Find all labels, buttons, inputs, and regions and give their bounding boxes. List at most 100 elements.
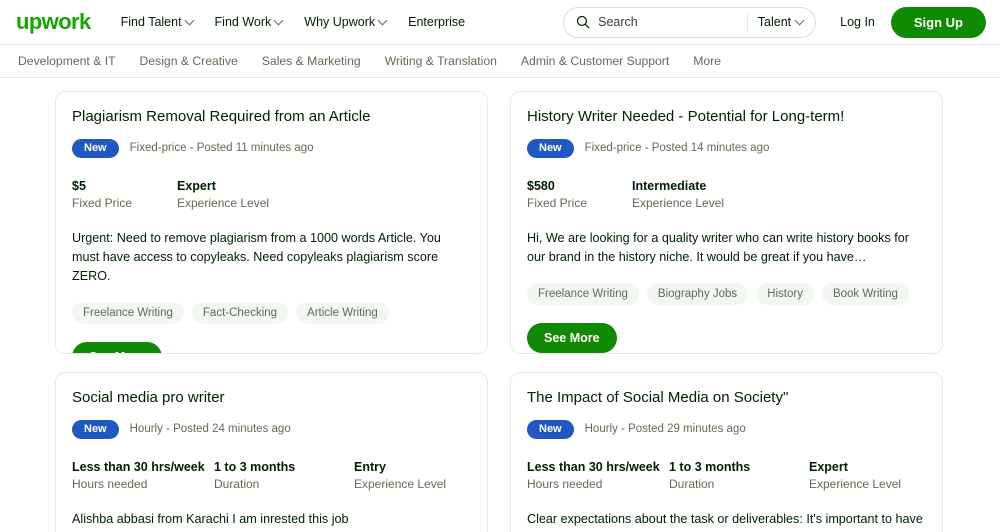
job-listings: Plagiarism Removal Required from an Arti… <box>0 78 1000 532</box>
search-bar[interactable]: Talent <box>563 6 817 38</box>
job-stat-experience: Expert Experience Level <box>177 178 269 211</box>
job-tags: Freelance Writing Biography Jobs History… <box>527 283 926 306</box>
stat-value: $5 <box>72 178 86 193</box>
job-stat-budget: $5 Fixed Price <box>72 178 177 211</box>
job-title[interactable]: Plagiarism Removal Required from an Arti… <box>72 108 471 127</box>
job-stats: Less than 30 hrs/week Hours needed 1 to … <box>72 459 471 492</box>
job-stat-budget: $580 Fixed Price <box>527 178 632 211</box>
job-posted-meta: Hourly - Posted 29 minutes ago <box>584 423 746 436</box>
job-stat-duration: 1 to 3 months Duration <box>669 459 809 492</box>
job-posted-meta: Fixed-price - Posted 11 minutes ago <box>129 142 314 155</box>
job-description: Alishba abbasi from Karachi I am inreste… <box>72 512 349 526</box>
site-header: upwork Find Talent Find Work Why Upwork … <box>0 0 1000 44</box>
job-stat-experience: Entry Experience Level <box>354 459 446 492</box>
stat-value: Intermediate <box>632 178 707 193</box>
stat-label: Hours needed <box>72 476 148 491</box>
stat-label: Experience Level <box>177 195 270 210</box>
job-meta: New Fixed-price - Posted 11 minutes ago <box>72 138 471 158</box>
stat-label: Experience Level <box>809 476 902 491</box>
category-design-creative[interactable]: Design & Creative <box>140 54 238 68</box>
search-divider <box>746 12 748 32</box>
job-stats: $5 Fixed Price Expert Experience Level <box>72 178 471 211</box>
nav-item-find-work[interactable]: Find Work <box>214 15 284 29</box>
search-icon <box>577 15 590 29</box>
job-stat-duration: 1 to 3 months Duration <box>214 459 354 492</box>
nav-item-why-upwork[interactable]: Why Upwork <box>304 15 388 29</box>
header-actions: Talent Log In Sign Up <box>563 6 986 38</box>
search-scope-selector[interactable]: Talent <box>758 15 811 29</box>
primary-nav: Find Talent Find Work Why Upwork Enterpr… <box>121 15 465 29</box>
job-posted-meta: Hourly - Posted 24 minutes ago <box>129 423 291 436</box>
stat-value: 1 to 3 months <box>214 459 296 474</box>
stat-label: Fixed Price <box>527 195 588 210</box>
category-writing-translation[interactable]: Writing & Translation <box>385 54 497 68</box>
category-more[interactable]: More <box>693 54 721 68</box>
category-sales-marketing[interactable]: Sales & Marketing <box>262 54 361 68</box>
sign-up-button[interactable]: Sign Up <box>890 6 986 38</box>
stat-label: Duration <box>669 476 715 491</box>
status-badge: New <box>72 138 119 158</box>
category-nav: Development & IT Design & Creative Sales… <box>0 44 1000 78</box>
stat-label: Experience Level <box>632 195 725 210</box>
stat-value: 1 to 3 months <box>669 459 751 474</box>
job-title[interactable]: Social media pro writer <box>72 389 471 408</box>
job-tag[interactable]: Freelance Writing <box>72 302 184 325</box>
job-stat-experience: Expert Experience Level <box>809 459 901 492</box>
status-badge: New <box>72 419 119 439</box>
nav-label: Find Work <box>214 15 272 29</box>
job-tag[interactable]: Fact-Checking <box>191 302 289 325</box>
job-stat-hours: Less than 30 hrs/week Hours needed <box>72 459 214 492</box>
job-meta: New Hourly - Posted 29 minutes ago <box>527 419 926 439</box>
chevron-down-icon <box>184 15 194 25</box>
see-more-button[interactable]: See More <box>72 342 162 353</box>
nav-item-enterprise[interactable]: Enterprise <box>408 15 465 29</box>
job-meta: New Fixed-price - Posted 14 minutes ago <box>527 138 926 158</box>
job-tag[interactable]: Freelance Writing <box>527 283 639 306</box>
stat-value: $580 <box>527 178 555 193</box>
job-title[interactable]: History Writer Needed - Potential for Lo… <box>527 108 926 127</box>
job-stat-experience: Intermediate Experience Level <box>632 178 724 211</box>
job-stats: Less than 30 hrs/week Hours needed 1 to … <box>527 459 926 492</box>
job-description: Clear expectations about the task or del… <box>527 512 923 532</box>
job-tag[interactable]: History <box>756 283 814 306</box>
job-stats: $580 Fixed Price Intermediate Experience… <box>527 178 926 211</box>
nav-label: Why Upwork <box>304 15 376 29</box>
stat-value: Expert <box>809 459 848 474</box>
search-input[interactable] <box>598 15 743 29</box>
search-scope-label: Talent <box>757 15 792 29</box>
job-card[interactable]: History Writer Needed - Potential for Lo… <box>510 91 943 354</box>
stat-label: Duration <box>214 476 260 491</box>
job-description: Urgent: Need to remove plagiarism from a… <box>72 231 441 284</box>
stat-value: Entry <box>354 459 386 474</box>
job-stat-hours: Less than 30 hrs/week Hours needed <box>527 459 669 492</box>
job-card[interactable]: Plagiarism Removal Required from an Arti… <box>55 91 488 354</box>
chevron-down-icon <box>273 15 284 25</box>
job-title[interactable]: The Impact of Social Media on Society" <box>527 389 926 408</box>
category-development-it[interactable]: Development & IT <box>18 54 116 68</box>
category-admin-customer-support[interactable]: Admin & Customer Support <box>521 54 669 68</box>
job-posted-meta: Fixed-price - Posted 14 minutes ago <box>584 142 770 155</box>
stat-value: Expert <box>177 178 216 193</box>
chevron-down-icon <box>377 15 388 25</box>
stat-value: Less than 30 hrs/week <box>72 459 205 474</box>
job-card[interactable]: The Impact of Social Media on Society" N… <box>510 372 943 532</box>
nav-label: Enterprise <box>408 15 466 29</box>
stat-label: Hours needed <box>527 476 603 491</box>
nav-item-find-talent[interactable]: Find Talent <box>120 15 194 29</box>
job-card[interactable]: Social media pro writer New Hourly - Pos… <box>55 372 488 532</box>
status-badge: New <box>527 138 574 158</box>
job-tag[interactable]: Article Writing <box>296 302 389 325</box>
job-meta: New Hourly - Posted 24 minutes ago <box>72 419 471 439</box>
job-description: Hi, We are looking for a quality writer … <box>527 231 909 265</box>
stat-label: Fixed Price <box>72 195 133 210</box>
upwork-logo[interactable]: upwork <box>16 11 91 33</box>
job-tag[interactable]: Biography Jobs <box>646 283 749 306</box>
stat-label: Experience Level <box>354 476 447 491</box>
status-badge: New <box>527 419 574 439</box>
log-in-link[interactable]: Log In <box>840 15 875 29</box>
see-more-button[interactable]: See More <box>527 323 617 353</box>
job-tag[interactable]: Book Writing <box>821 283 909 306</box>
nav-label: Find Talent <box>120 15 182 29</box>
chevron-down-icon <box>794 15 805 25</box>
stat-value: Less than 30 hrs/week <box>527 459 660 474</box>
